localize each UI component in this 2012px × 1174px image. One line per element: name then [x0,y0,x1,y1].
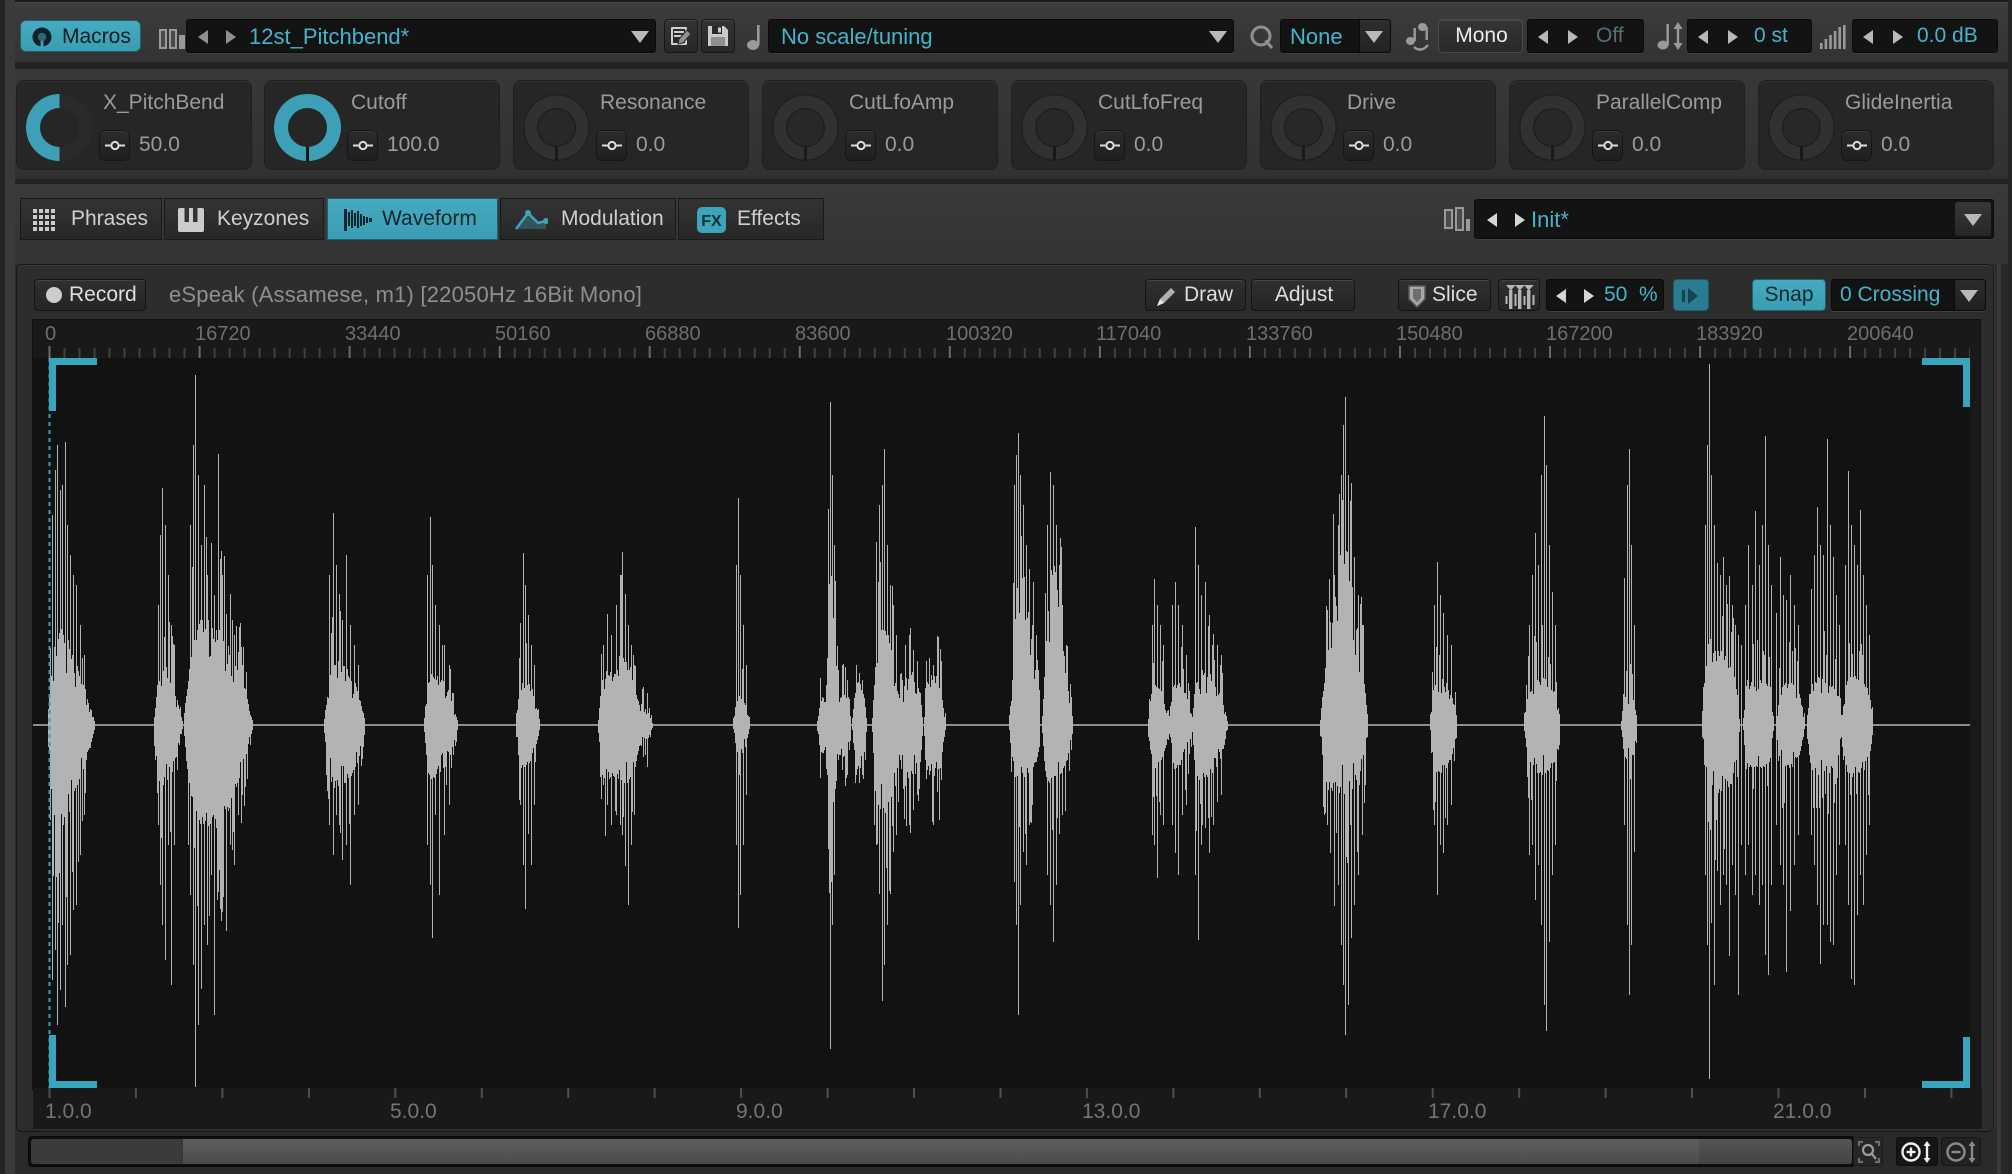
svg-text:FX: FX [701,213,722,230]
